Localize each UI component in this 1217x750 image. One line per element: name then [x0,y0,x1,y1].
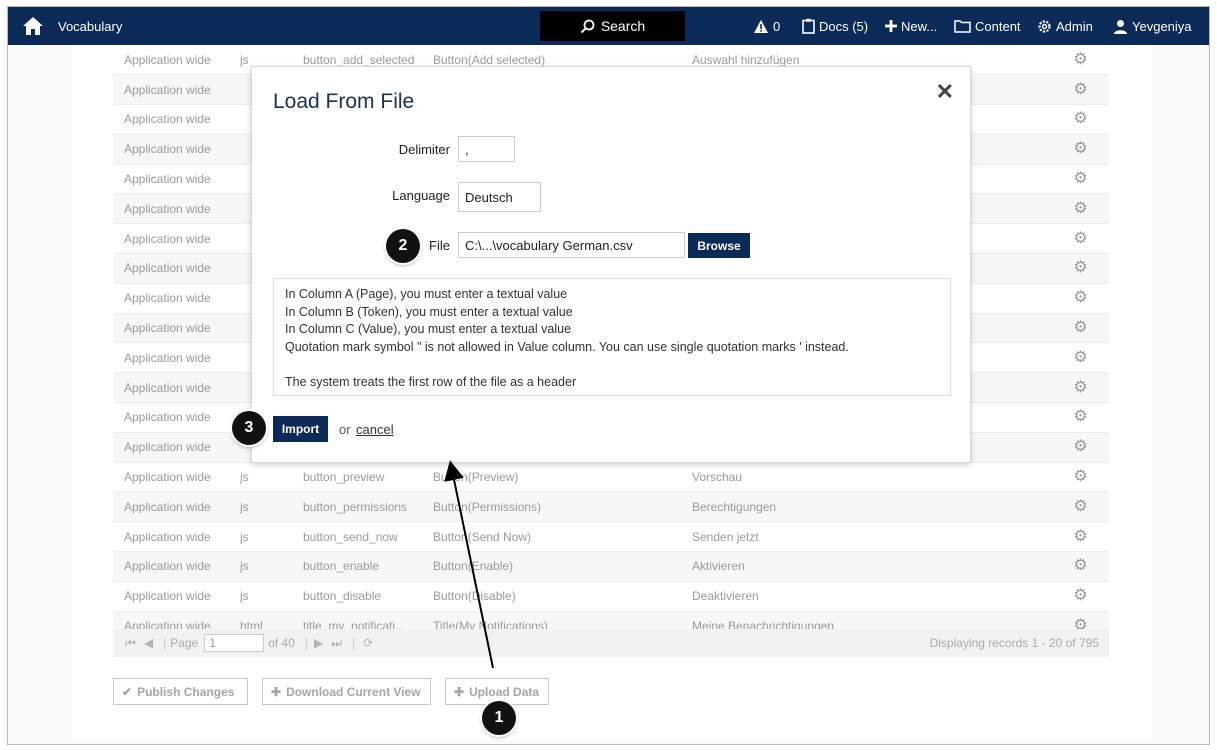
callout-badge-3: 3 [232,411,266,445]
callout-badge-2: 2 [386,229,420,263]
callout-arrow [444,460,494,669]
callout-badge-1: 1 [482,701,516,735]
